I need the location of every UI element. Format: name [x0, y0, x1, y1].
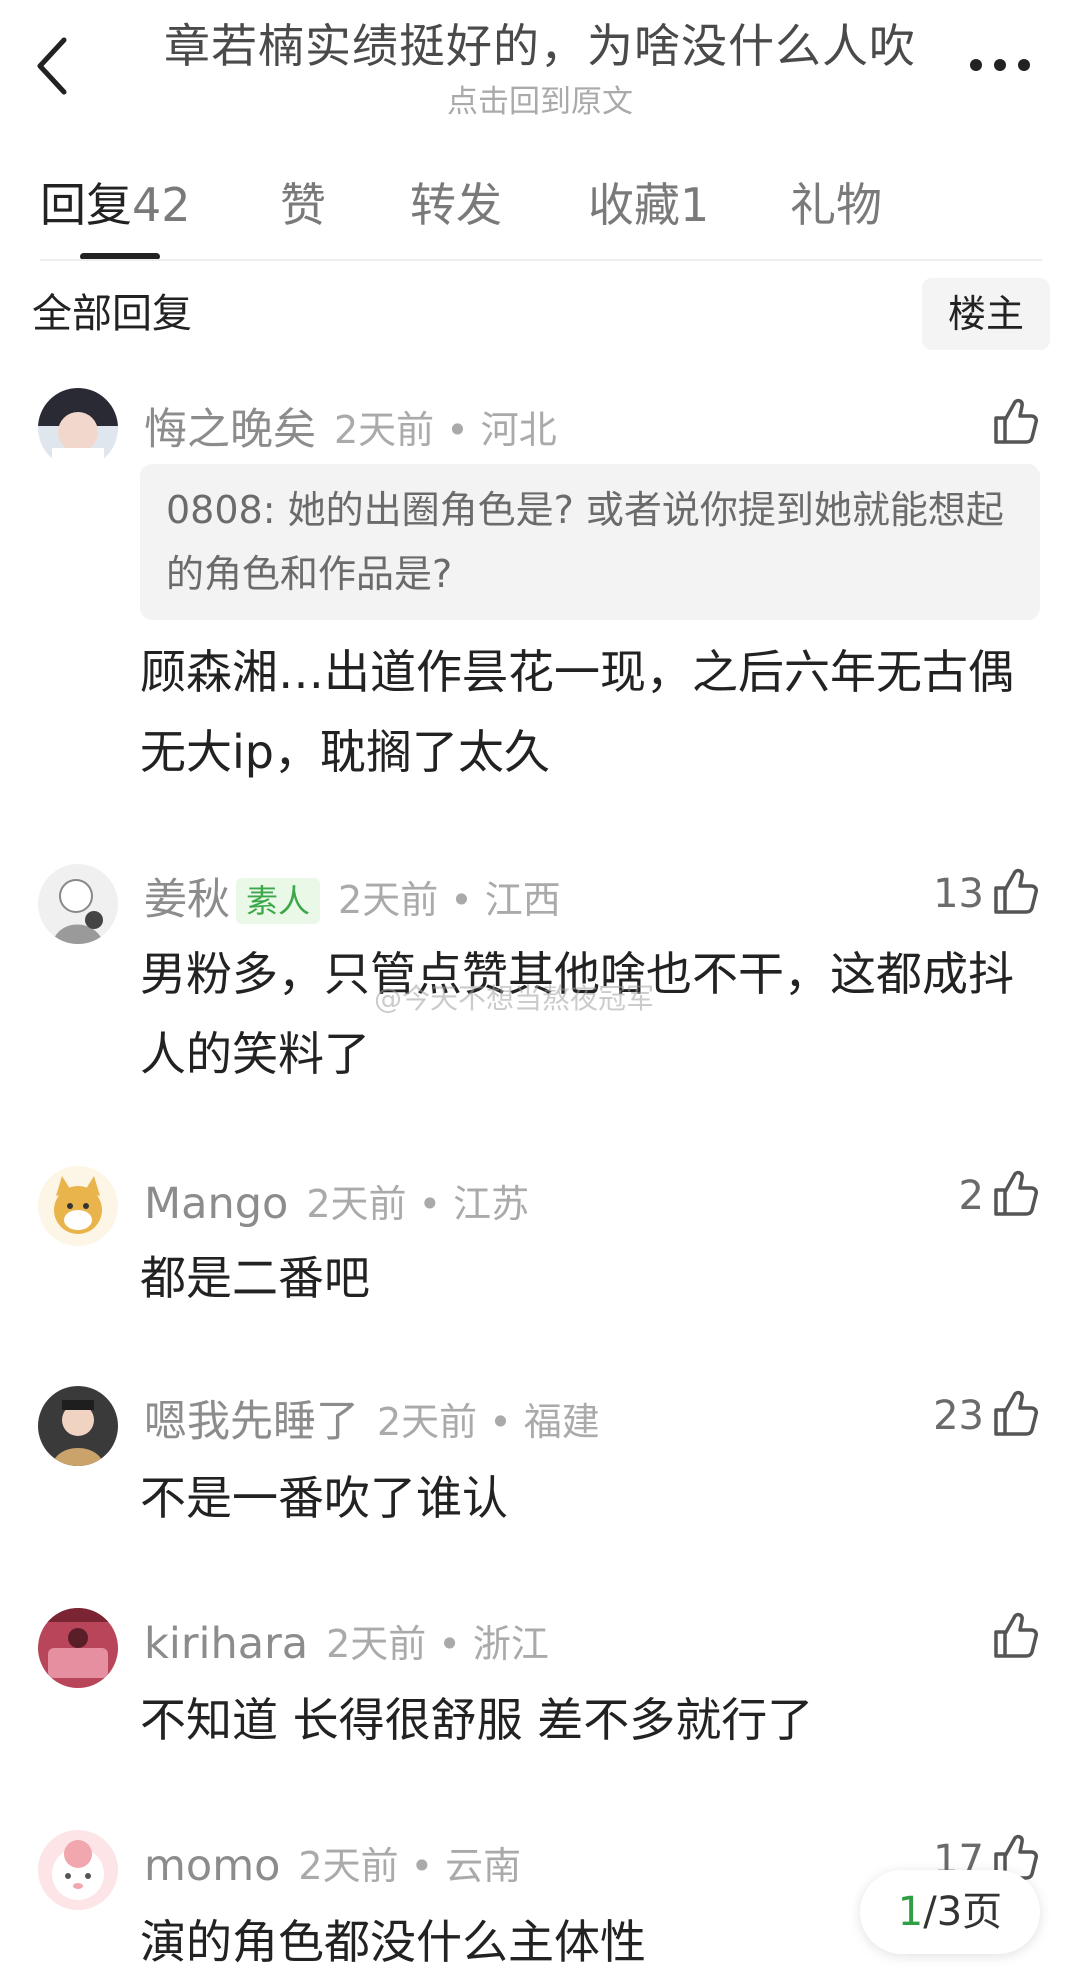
tabs-divider — [40, 259, 1042, 261]
avatar[interactable] — [38, 388, 118, 468]
like-count: 13 — [933, 871, 984, 917]
thumbs-up-icon — [992, 1388, 1038, 1438]
post-title[interactable]: 章若楠实绩挺好的，为啥没什么人吹 — [130, 14, 950, 78]
comment-content: 都是二番吧 — [140, 1251, 370, 1305]
avatar[interactable] — [38, 1386, 118, 1466]
like-button[interactable] — [992, 1608, 1038, 1668]
op-only-button[interactable]: 楼主 — [922, 278, 1050, 350]
time-location: 2天前 • 浙江 — [326, 1622, 549, 1666]
watermark: @今天不想当熬夜冠军 — [374, 982, 655, 1015]
time-location: 2天前 • 江西 — [338, 878, 561, 922]
thumbs-up-icon — [992, 1168, 1038, 1218]
tab-bar: 回复42 赞 转发 收藏1 礼物 — [0, 170, 1080, 250]
tab-gifts[interactable]: 礼物 — [790, 170, 882, 240]
like-count: 2 — [958, 1173, 984, 1219]
comment-content: 顾森湘…出道作昙花一现，之后六年无古偶无大ip，耽搁了太久 — [140, 645, 1014, 779]
like-button[interactable]: 2 — [959, 1166, 1038, 1226]
time-location: 2天前 • 福建 — [377, 1400, 600, 1444]
more-button[interactable] — [960, 40, 1040, 90]
thumbs-up-icon — [992, 396, 1038, 446]
time-location: 2天前 • 云南 — [298, 1844, 522, 1888]
comment-content: 不是一番吹了谁认 — [140, 1471, 508, 1525]
username[interactable]: 姜秋 — [144, 870, 230, 930]
thumbs-up-icon — [992, 1610, 1038, 1660]
user-badge: 素人 — [236, 878, 321, 924]
total-pages: /3页 — [923, 1889, 1003, 1935]
current-page: 1 — [897, 1889, 924, 1935]
like-button[interactable]: 13 — [933, 864, 1038, 924]
thumbs-up-icon — [992, 866, 1038, 916]
back-button[interactable] — [30, 28, 80, 104]
username[interactable]: kirihara — [144, 1614, 308, 1674]
comment-content: 不知道 长得很舒服 差不多就行了 — [140, 1693, 814, 1747]
tab-favorites[interactable]: 收藏1 — [588, 170, 709, 240]
time-location: 2天前 • 江苏 — [306, 1182, 530, 1226]
all-replies-label: 全部回复 — [32, 291, 192, 337]
like-button[interactable] — [992, 394, 1038, 454]
username[interactable]: 悔之晚矣 — [144, 400, 316, 460]
avatar[interactable] — [38, 1166, 118, 1246]
quoted-reply[interactable]: 0808: 她的出圈角色是? 或者说你提到她就能想起的角色和作品是? — [140, 464, 1040, 620]
tab-likes[interactable]: 赞 — [280, 170, 326, 240]
tab-replies[interactable]: 回复42 — [40, 170, 191, 240]
like-button[interactable]: 23 — [933, 1386, 1038, 1446]
back-to-original-link[interactable]: 点击回到原文 — [130, 80, 950, 124]
avatar[interactable] — [38, 1608, 118, 1688]
like-count: 23 — [933, 1393, 984, 1439]
tab-reposts[interactable]: 转发 — [410, 170, 502, 240]
chevron-left-icon — [37, 37, 67, 95]
page-indicator[interactable]: 1/3页 — [860, 1870, 1040, 1954]
avatar[interactable] — [38, 1830, 118, 1910]
username[interactable]: 嗯我先睡了 — [144, 1392, 359, 1452]
more-dots-icon — [970, 59, 1030, 71]
username[interactable]: Mango — [144, 1174, 288, 1234]
avatar[interactable] — [38, 864, 118, 944]
time-location: 2天前 • 河北 — [334, 408, 557, 452]
username[interactable]: momo — [144, 1836, 280, 1896]
